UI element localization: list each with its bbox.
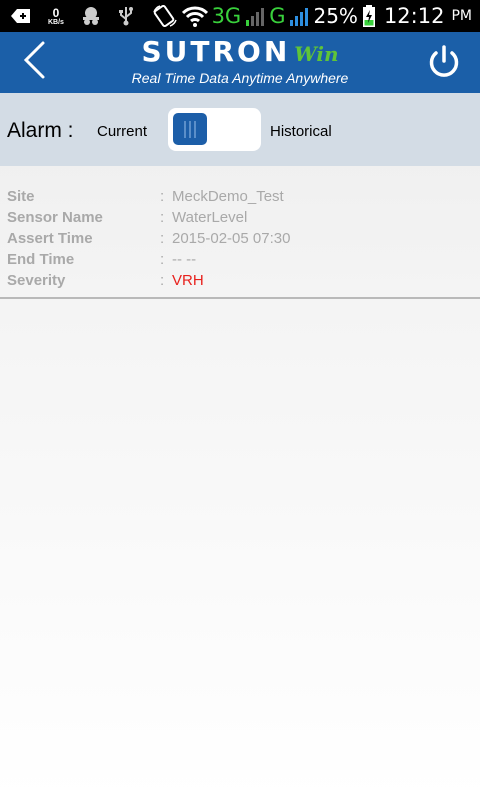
logo-brand-suffix: Win: [294, 42, 339, 66]
current-option-label[interactable]: Current: [97, 123, 147, 140]
sensor-name-value: WaterLevel: [172, 209, 248, 226]
alarm-label: Alarm :: [7, 119, 74, 142]
detail-row-assert-time: Assert Time : 2015-02-05 07:30: [0, 230, 480, 251]
alarm-toggle-row: Alarm : Current Historical: [0, 93, 480, 166]
site-value: MeckDemo_Test: [172, 188, 284, 205]
historical-option-label[interactable]: Historical: [270, 123, 332, 140]
battery-charging-icon: [362, 4, 376, 28]
notification-icon: [10, 7, 32, 25]
separator: :: [160, 209, 165, 226]
detail-row-severity: Severity : VRH: [0, 272, 480, 293]
grip-line: [184, 120, 186, 138]
status-bar: 0 KB/s 3G G 25% 12:12 PM: [0, 0, 480, 32]
power-button[interactable]: [424, 44, 464, 84]
assert-time-label: Assert Time: [7, 230, 93, 247]
power-icon: [427, 44, 461, 85]
incognito-icon: [80, 6, 102, 26]
wifi-icon: [181, 5, 208, 27]
separator: :: [160, 272, 165, 289]
assert-time-value: 2015-02-05 07:30: [172, 230, 291, 247]
detail-row-end-time: End Time : -- --: [0, 251, 480, 272]
grip-line: [194, 120, 196, 138]
chevron-left-icon: [21, 40, 47, 85]
clock-time: 12:12: [383, 4, 445, 28]
clock-ampm: PM: [451, 8, 472, 24]
signal-full-icon: [289, 5, 309, 27]
usb-icon: [118, 6, 134, 26]
site-label: Site: [7, 188, 35, 205]
signal-weak-icon: [245, 5, 265, 27]
rotate-icon: [152, 4, 178, 28]
severity-label: Severity: [7, 272, 66, 289]
data-speed-indicator: 0 KB/s: [48, 7, 64, 26]
app-logo: SUTRON Win Real Time Data Anytime Anywher…: [120, 36, 360, 88]
grip-line: [189, 120, 191, 138]
data-speed-unit: KB/s: [48, 18, 64, 26]
detail-row-site: Site : MeckDemo_Test: [0, 188, 480, 209]
network-g-label: G: [269, 4, 286, 28]
severity-value: VRH: [172, 272, 204, 289]
separator: :: [160, 230, 165, 247]
separator: :: [160, 251, 165, 268]
toggle-knob[interactable]: [173, 113, 207, 145]
logo-brand: SUTRON: [141, 35, 291, 68]
logo-tagline: Real Time Data Anytime Anywhere: [131, 70, 349, 86]
network-3g-label: 3G: [211, 4, 242, 28]
battery-percent: 25%: [313, 4, 358, 28]
back-button[interactable]: [14, 40, 54, 85]
end-time-value: -- --: [172, 251, 197, 268]
current-historical-toggle[interactable]: [168, 108, 261, 151]
section-divider: [0, 297, 480, 299]
sensor-name-label: Sensor Name: [7, 209, 103, 226]
detail-row-sensor-name: Sensor Name : WaterLevel: [0, 209, 480, 230]
separator: :: [160, 188, 165, 205]
data-speed-value: 0: [52, 5, 60, 20]
end-time-label: End Time: [7, 251, 75, 268]
alarm-details: Site : MeckDemo_Test Sensor Name : Water…: [0, 166, 480, 298]
app-header: SUTRON Win Real Time Data Anytime Anywher…: [0, 32, 480, 93]
